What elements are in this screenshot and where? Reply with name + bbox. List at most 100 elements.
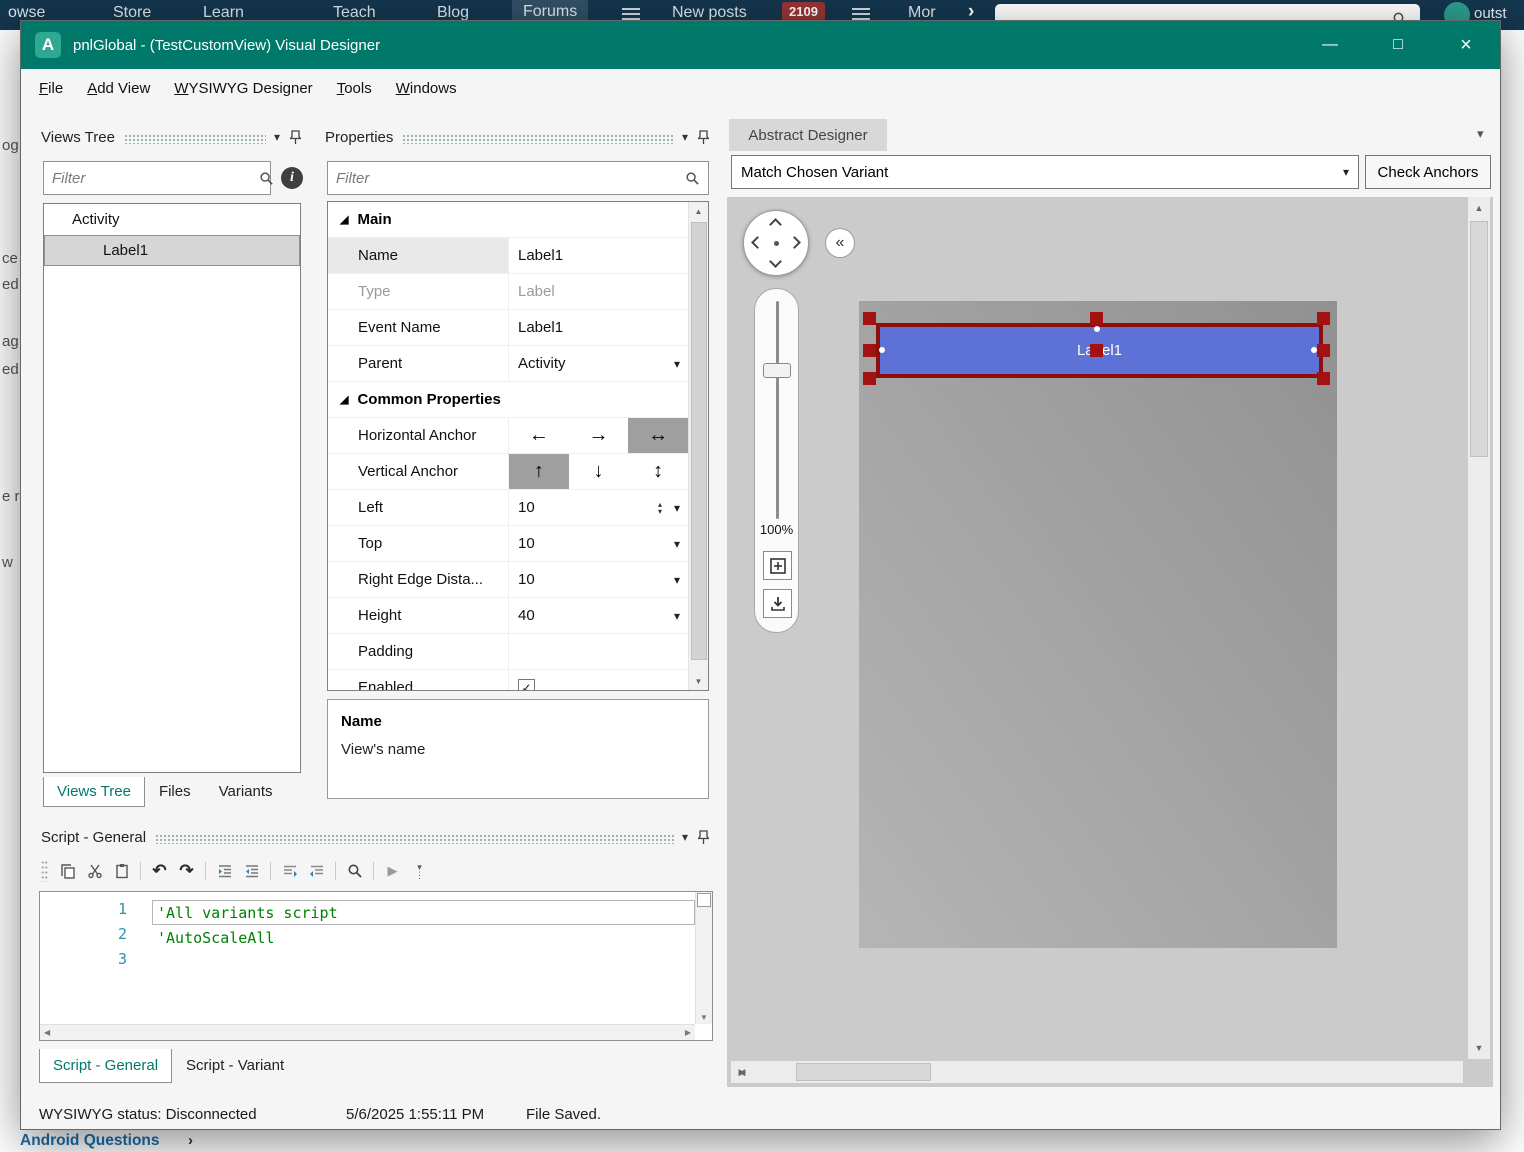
property-category-main[interactable]: ◢Main xyxy=(328,202,688,238)
close-button[interactable]: × xyxy=(1432,21,1500,69)
title-bar[interactable]: A pnlGlobal - (TestCustomView) Visual De… xyxy=(21,21,1500,69)
copy-icon[interactable] xyxy=(55,859,80,884)
scrollbar-thumb[interactable] xyxy=(1470,221,1488,457)
tree-item-label1[interactable]: Label1 xyxy=(44,235,300,266)
pin-icon[interactable] xyxy=(698,830,709,845)
toolbar-overflow-icon[interactable]: ▾⋮ xyxy=(407,859,432,884)
tab-variants[interactable]: Variants xyxy=(205,777,287,807)
scrollbar-thumb[interactable] xyxy=(796,1063,931,1081)
pin-icon[interactable] xyxy=(290,130,301,145)
property-value[interactable]: ←→↔ xyxy=(509,418,688,453)
editor-vertical-scrollbar[interactable]: ▼ xyxy=(695,892,712,1024)
scroll-down-icon[interactable]: ▼ xyxy=(689,672,708,690)
run-icon[interactable]: ▶ xyxy=(380,859,405,884)
pan-down-icon[interactable] xyxy=(769,255,782,268)
anchor-option-icon[interactable]: ↑ xyxy=(509,454,569,489)
property-value[interactable]: Activity▾ xyxy=(509,346,688,381)
fit-to-screen-button[interactable] xyxy=(763,551,792,580)
search-icon[interactable] xyxy=(342,859,367,884)
chevron-down-icon[interactable]: ▾ xyxy=(674,501,680,515)
menu-file[interactable]: File xyxy=(27,69,75,109)
pan-center-dot[interactable] xyxy=(774,241,779,246)
designer-canvas[interactable]: Label1 « xyxy=(727,197,1493,1087)
expander-icon[interactable]: ◢ xyxy=(340,213,348,226)
code-area[interactable]: 'All variants script'AutoScaleAll xyxy=(152,892,695,1024)
anchor-option-icon[interactable]: ↔ xyxy=(628,418,688,453)
pan-up-icon[interactable] xyxy=(769,218,782,231)
info-icon[interactable]: i xyxy=(281,167,303,189)
scroll-right-icon[interactable]: ▶ xyxy=(685,1028,691,1037)
anchor-option-icon[interactable]: → xyxy=(569,418,629,453)
property-value[interactable]: Label xyxy=(509,274,688,309)
resize-handle-bottom-left[interactable] xyxy=(863,372,876,385)
chevron-down-icon[interactable]: ▾ xyxy=(1477,126,1484,142)
resize-handle-top-middle[interactable] xyxy=(1090,312,1103,325)
maximize-button[interactable]: □ xyxy=(1364,21,1432,69)
chevron-down-icon[interactable]: ▾ xyxy=(274,130,280,144)
chevron-down-icon[interactable]: ▾ xyxy=(674,537,680,551)
pan-control[interactable] xyxy=(743,210,809,276)
comment-icon[interactable] xyxy=(277,859,302,884)
minimize-button[interactable]: — xyxy=(1296,21,1364,69)
menu-wysiwyg-designer[interactable]: WYSIWYG Designer xyxy=(162,69,324,109)
properties-header[interactable]: Properties ▾ xyxy=(321,123,715,151)
resize-handle-middle-right[interactable] xyxy=(1317,344,1330,357)
property-grid-scrollbar[interactable]: ▲ ▼ xyxy=(688,202,708,690)
outdent-icon[interactable] xyxy=(239,859,264,884)
toolbar-grip[interactable] xyxy=(41,860,48,882)
anchor-option-icon[interactable]: ← xyxy=(509,418,569,453)
tab-script-general[interactable]: Script - General xyxy=(39,1049,172,1083)
code-line[interactable] xyxy=(152,950,695,975)
undo-icon[interactable]: ↶ xyxy=(147,859,172,884)
property-value[interactable]: ✓ xyxy=(509,670,688,690)
tab-files[interactable]: Files xyxy=(145,777,205,807)
property-value[interactable]: 10▾ xyxy=(509,526,688,561)
new-posts-badge[interactable]: 2109 xyxy=(782,2,825,21)
expander-icon[interactable]: ◢ xyxy=(340,393,348,406)
property-category-common-properties[interactable]: ◢Common Properties xyxy=(328,382,688,418)
redo-icon[interactable]: ↷ xyxy=(174,859,199,884)
pan-left-icon[interactable] xyxy=(751,236,764,249)
checkbox[interactable]: ✓ xyxy=(518,679,535,690)
code-editor[interactable]: 123 'All variants script'AutoScaleAll ▼ … xyxy=(39,891,713,1041)
device-screen[interactable] xyxy=(859,301,1337,948)
menu-icon[interactable] xyxy=(852,8,870,10)
chevron-down-icon[interactable]: ▾ xyxy=(674,573,680,587)
anchor-option-icon[interactable]: ↕ xyxy=(628,454,688,489)
chevron-down-icon[interactable]: ▾ xyxy=(674,609,680,623)
chevron-down-icon[interactable]: ▾ xyxy=(682,830,688,844)
check-anchors-button[interactable]: Check Anchors xyxy=(1365,155,1491,189)
cut-icon[interactable] xyxy=(82,859,107,884)
tab-views-tree[interactable]: Views Tree xyxy=(43,777,145,807)
anchor-option-icon[interactable]: ↓ xyxy=(569,454,629,489)
zoom-slider-track[interactable] xyxy=(776,301,779,519)
pan-right-icon[interactable] xyxy=(788,236,801,249)
property-value[interactable]: Label1 xyxy=(509,238,688,273)
scroll-down-icon[interactable]: ▼ xyxy=(696,1013,712,1022)
property-value[interactable]: Label1 xyxy=(509,310,688,345)
tab-abstract-designer[interactable]: Abstract Designer xyxy=(729,119,887,151)
script-header[interactable]: Script - General ▾ xyxy=(37,823,715,851)
menu-tools[interactable]: Tools xyxy=(325,69,384,109)
tree-item-activity[interactable]: Activity xyxy=(44,204,300,235)
chevron-down-icon[interactable]: ▾ xyxy=(674,357,680,371)
zoom-slider-thumb[interactable] xyxy=(763,363,791,378)
properties-filter-input[interactable] xyxy=(328,170,685,187)
views-tree-header[interactable]: Views Tree ▾ xyxy=(37,123,307,151)
property-value[interactable]: ↑↓↕ xyxy=(509,454,688,489)
scroll-left-icon[interactable]: ◀ xyxy=(44,1028,50,1037)
resize-handle-top-right[interactable] xyxy=(1317,312,1330,325)
scroll-down-icon[interactable]: ▼ xyxy=(1468,1037,1490,1059)
resize-handle-middle-left[interactable] xyxy=(863,344,876,357)
import-button[interactable] xyxy=(763,589,792,618)
collapse-button[interactable]: « xyxy=(825,228,855,258)
menu-add-view[interactable]: Add View xyxy=(75,69,162,109)
property-value[interactable] xyxy=(509,634,688,669)
spinner-icon[interactable]: ▴▾ xyxy=(658,501,662,515)
code-line[interactable]: 'All variants script xyxy=(152,900,695,925)
chevron-down-icon[interactable]: ▾ xyxy=(682,130,688,144)
canvas-vertical-scrollbar[interactable]: ▲ ▼ xyxy=(1468,197,1490,1059)
scroll-up-icon[interactable]: ▲ xyxy=(1468,197,1490,219)
android-questions-link[interactable]: Android Questions xyxy=(20,1132,160,1150)
move-handle-center[interactable] xyxy=(1090,344,1103,357)
